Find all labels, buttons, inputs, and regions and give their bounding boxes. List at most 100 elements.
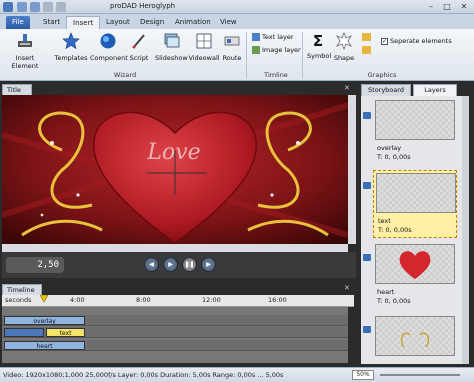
tab-design[interactable]: Design: [134, 16, 170, 29]
layer-thumbnail: [376, 173, 456, 213]
layer-thumbnail: [375, 244, 455, 284]
heart-icon: [399, 251, 431, 279]
image-layer-button[interactable]: Image layer: [252, 46, 301, 54]
minimize-icon[interactable]: –: [424, 1, 438, 12]
layer-name: heart: [377, 288, 395, 296]
timecode-display[interactable]: 2,50: [6, 257, 64, 273]
symbol-button[interactable]: Σ Symbol: [307, 32, 332, 60]
tab-insert[interactable]: Insert: [66, 16, 101, 29]
app-logo-icon: [3, 2, 13, 12]
layer-item-text[interactable]: text T: 0, 0,00s: [373, 170, 457, 238]
timeline-clip[interactable]: text: [46, 328, 85, 337]
route-icon: [224, 36, 240, 46]
script-button[interactable]: Script: [128, 32, 150, 62]
tab-file[interactable]: File: [6, 16, 30, 29]
new-icon[interactable]: [17, 2, 27, 12]
star-icon: [62, 32, 80, 50]
status-text: Video: 1920x1080;1,000 25,000f/s Layer: …: [3, 371, 284, 379]
text-layer-icon: [252, 33, 260, 41]
save-icon[interactable]: [30, 2, 40, 12]
timeline-clip[interactable]: heart: [4, 341, 85, 350]
folder-open-icon[interactable]: [362, 46, 371, 54]
shape-button[interactable]: Shape: [333, 31, 355, 62]
timeline-track[interactable]: text: [2, 327, 348, 338]
forward-icon[interactable]: ▶: [201, 257, 216, 272]
separate-elements-checkbox[interactable]: ✓ Seperate elements: [381, 37, 452, 45]
ruler-tick: 16:00: [268, 296, 287, 304]
image-layer-icon: [252, 46, 260, 54]
side-panel-tabs: Storyboard Layers: [361, 84, 469, 96]
title-bar: proDAD Heroglyph – □ ✕: [0, 0, 474, 14]
group-divider: [246, 32, 247, 78]
preview-canvas[interactable]: Love: [2, 95, 348, 244]
tab-timeline[interactable]: Timeline: [2, 284, 42, 295]
ruler-tick: 12:00: [202, 296, 221, 304]
timeline-clip[interactable]: overlay: [4, 316, 85, 325]
timeline-track[interactable]: heart: [2, 340, 348, 351]
tab-layout[interactable]: Layout: [100, 16, 136, 29]
close-icon[interactable]: ✕: [344, 84, 354, 94]
tab-storyboard[interactable]: Storyboard: [361, 84, 411, 96]
close-icon[interactable]: ✕: [344, 284, 354, 294]
layer-thumbnail: [375, 100, 455, 140]
app-window: proDAD Heroglyph – □ ✕ File Start Insert…: [0, 0, 474, 382]
layer-time: T: 0, 0,00s: [377, 153, 411, 161]
window-title: proDAD Heroglyph: [110, 2, 176, 10]
slideshow-label: Slideshow: [155, 54, 188, 62]
wizard-group-label: Wizard: [113, 71, 137, 79]
layer-icon: [363, 182, 371, 189]
close-icon[interactable]: ✕: [457, 1, 471, 12]
tab-view[interactable]: View: [214, 16, 243, 29]
sigma-icon: Σ: [312, 32, 324, 50]
layer-item-overlay[interactable]: overlay T: 0, 0,00s: [373, 98, 457, 166]
text-layer-button[interactable]: Text layer: [252, 33, 294, 41]
ruler-tick: 8:00: [136, 296, 151, 304]
undo-icon[interactable]: [43, 2, 53, 12]
script-label: Script: [129, 54, 149, 62]
ribbon-tabs: File Start Insert Layout Design Animatio…: [0, 14, 474, 29]
checkbox-icon: ✓: [381, 37, 388, 45]
timeline-group-label: Timline: [264, 71, 288, 79]
preview-image: Love: [2, 95, 348, 244]
folder-icon[interactable]: [362, 33, 371, 41]
videowall-button[interactable]: Videowall: [188, 32, 220, 62]
layer-item-heart[interactable]: heart T: 0, 0,00s: [373, 242, 457, 310]
component-button[interactable]: Component: [90, 32, 128, 62]
tab-start[interactable]: Start: [37, 16, 66, 29]
layer-item[interactable]: [373, 314, 457, 364]
globe-icon: [100, 33, 116, 49]
insert-element-label: Insert Element: [11, 54, 39, 70]
tab-layers[interactable]: Layers: [413, 84, 457, 96]
tab-title[interactable]: Title: [2, 84, 32, 95]
play-icon[interactable]: ▶: [163, 257, 178, 272]
layer-time: T: 0, 0,00s: [378, 226, 412, 234]
tab-animation[interactable]: Animation: [169, 16, 217, 29]
playhead-icon[interactable]: [39, 294, 49, 303]
preview-vertical-scrollbar[interactable]: [348, 95, 356, 244]
slideshow-button[interactable]: Slideshow: [155, 32, 188, 62]
zoom-level[interactable]: 50%: [352, 370, 374, 380]
layer-thumbnail: [375, 316, 455, 356]
timeline-tracks: overlay text heart: [2, 307, 348, 363]
layer-name: text: [378, 217, 391, 225]
timeline-ruler[interactable]: seconds 4:00 8:00 12:00 16:00: [2, 294, 354, 307]
symbol-label: Symbol: [307, 52, 332, 60]
ruler-unit-label: seconds: [5, 296, 32, 304]
route-button[interactable]: Route: [221, 32, 243, 62]
insert-element-button[interactable]: Insert Element: [3, 32, 47, 70]
zoom-slider[interactable]: [380, 374, 460, 376]
timeline-track[interactable]: overlay: [2, 315, 348, 326]
preview-horizontal-scrollbar[interactable]: [2, 244, 348, 252]
shape-icon: [336, 31, 352, 51]
layers-scrollbar[interactable]: [462, 96, 469, 364]
rewind-icon[interactable]: ◀: [144, 257, 159, 272]
brush-icon: [18, 34, 32, 47]
component-label: Component: [90, 54, 128, 62]
maximize-icon[interactable]: □: [440, 1, 454, 12]
status-bar: Video: 1920x1080;1,000 25,000f/s Layer: …: [0, 367, 474, 382]
pause-icon[interactable]: ❚❚: [182, 257, 197, 272]
redo-icon[interactable]: [56, 2, 66, 12]
preview-overlay-text[interactable]: Love: [146, 140, 200, 165]
templates-button[interactable]: Templates: [54, 32, 88, 62]
timeline-clip-handle[interactable]: [4, 328, 44, 337]
